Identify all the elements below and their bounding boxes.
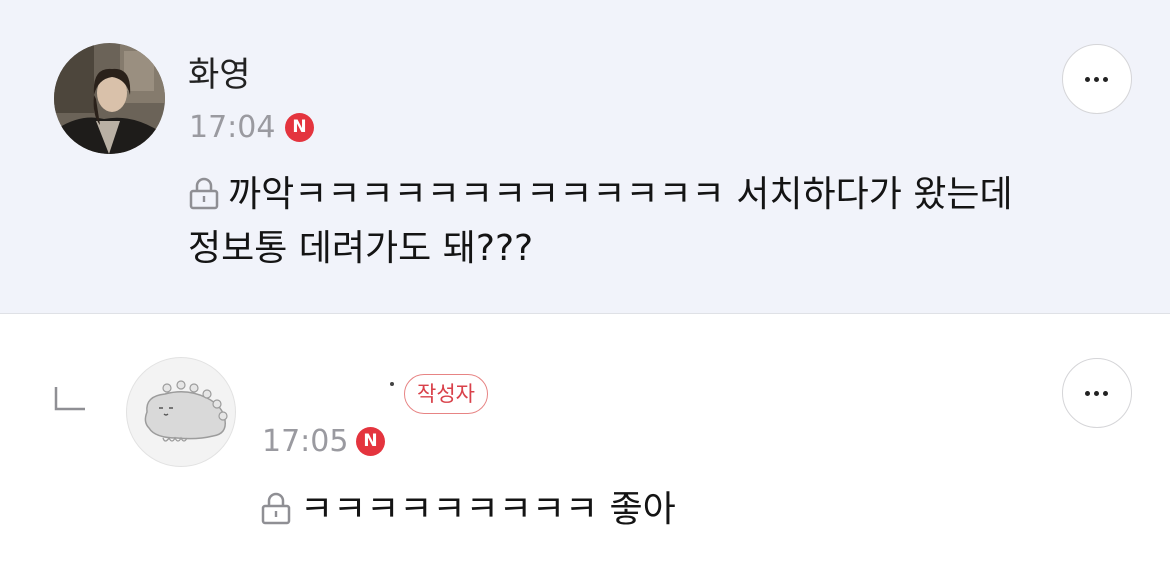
more-options-button[interactable] bbox=[1062, 44, 1132, 114]
comment-text-line2: 정보통 데려가도 돼??? bbox=[188, 228, 534, 269]
more-options-button[interactable] bbox=[1062, 358, 1132, 428]
more-dot bbox=[1094, 77, 1099, 82]
writer-badge: 작성자 bbox=[404, 374, 488, 414]
comment-time: 17:05 bbox=[262, 424, 349, 459]
comment-text-line1: 까악ㅋㅋㅋㅋㅋㅋㅋㅋㅋㅋㅋㅋㅋ 서치하다가 왔는데 bbox=[228, 174, 1013, 215]
avatar[interactable] bbox=[126, 357, 236, 467]
lock-icon bbox=[188, 174, 220, 224]
comment-time: 17:04 bbox=[189, 110, 276, 145]
avatar[interactable] bbox=[54, 43, 165, 154]
lock-icon bbox=[260, 489, 292, 539]
comment-text: 까악ㅋㅋㅋㅋㅋㅋㅋㅋㅋㅋㅋㅋㅋ 서치하다가 왔는데 정보통 데려가도 돼??? bbox=[188, 170, 1088, 274]
new-badge: N bbox=[285, 113, 314, 142]
comment-item: 화영 17:04 N 까악ㅋㅋㅋㅋㅋㅋㅋㅋㅋㅋㅋㅋㅋ 서치하다가 왔는데 정보통… bbox=[0, 0, 1170, 314]
author-separator-dot bbox=[390, 382, 394, 386]
author-name[interactable]: 화영 bbox=[188, 55, 251, 95]
more-dots-icon bbox=[1085, 391, 1090, 396]
new-badge: N bbox=[356, 427, 385, 456]
more-dot bbox=[1103, 77, 1108, 82]
comment-text: ㅋㅋㅋㅋㅋㅋㅋㅋㅋ 좋아 bbox=[260, 485, 1060, 539]
more-dots-icon bbox=[1085, 77, 1090, 82]
more-dot bbox=[1094, 391, 1099, 396]
more-dot bbox=[1103, 391, 1108, 396]
reply-comment-item: 작성자 17:05 N ㅋㅋㅋㅋㅋㅋㅋㅋㅋ 좋아 bbox=[0, 315, 1170, 579]
reply-arrow-icon bbox=[54, 387, 85, 411]
comment-text-line1: ㅋㅋㅋㅋㅋㅋㅋㅋㅋ 좋아 bbox=[300, 489, 676, 530]
